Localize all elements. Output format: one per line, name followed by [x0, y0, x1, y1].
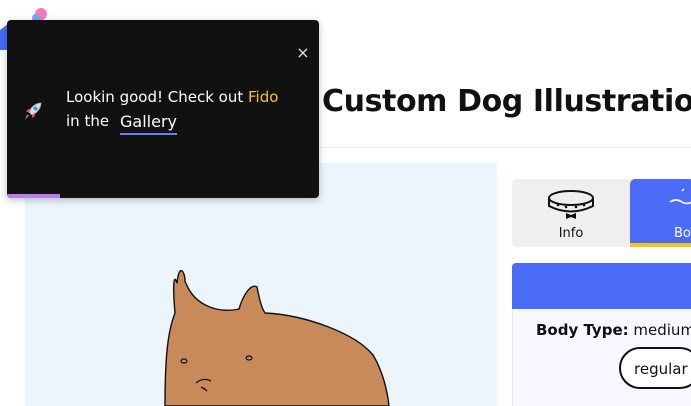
rocket-icon [22, 100, 44, 126]
toast-message-text: Lookin good! Check out [66, 88, 248, 106]
toast-message-line2: in the [66, 112, 110, 130]
body-panel-header [512, 263, 691, 309]
header-divider [320, 147, 691, 148]
gallery-link[interactable]: Gallery [120, 112, 177, 135]
body-type-row: Body Type: medium [536, 321, 691, 339]
tab-info[interactable]: Info [512, 179, 630, 247]
tab-body-label: Bo [674, 226, 691, 241]
collar-icon [546, 185, 596, 229]
toast-message: Lookin good! Check out Fido [66, 88, 278, 106]
active-tab-indicator [630, 243, 691, 247]
page-title: Custom Dog Illustration [322, 84, 691, 119]
toast-timer-progress [7, 194, 61, 198]
tab-info-label: Info [558, 226, 584, 241]
body-option-label: regular [634, 360, 688, 378]
body-type-label: Body Type: [536, 321, 629, 339]
close-icon[interactable]: × [296, 45, 310, 61]
dog-illustration [164, 270, 390, 406]
body-type-value: medium [633, 321, 691, 339]
customizer-tabs: Info Bo [512, 179, 691, 247]
body-icon [668, 187, 691, 213]
dog-preview-canvas [25, 163, 497, 406]
tab-body[interactable]: Bo [630, 179, 691, 247]
dog-name-highlight: Fido [248, 88, 279, 106]
toast-notification: × Lookin good! Check out Fido in the Gal… [7, 20, 319, 198]
body-option-regular-button[interactable]: regular [619, 347, 691, 389]
